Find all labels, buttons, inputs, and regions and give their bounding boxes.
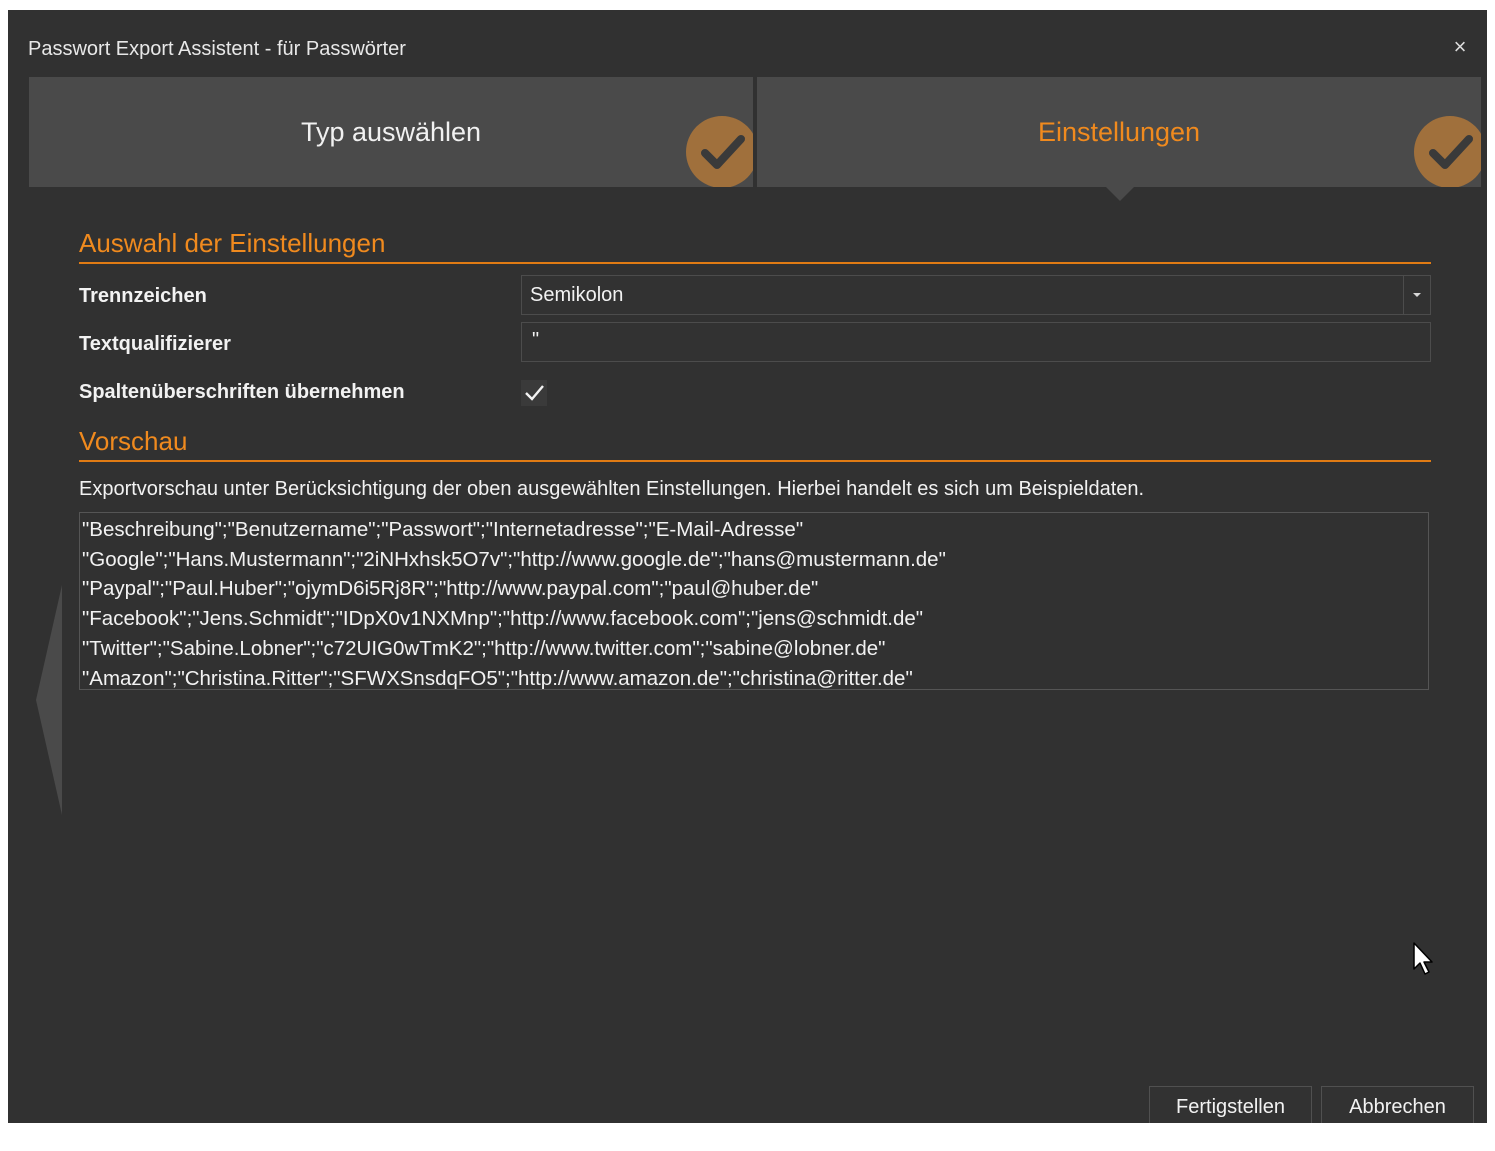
preview-description: Exportvorschau unter Berücksichtigung de… xyxy=(79,478,1145,500)
separator-label: Trennzeichen xyxy=(79,285,207,307)
check-circle-icon xyxy=(686,116,753,187)
separator-dropdown[interactable]: Semikolon xyxy=(521,275,1431,315)
mouse-cursor-icon xyxy=(1413,942,1433,975)
active-step-pointer xyxy=(1106,187,1134,201)
chevron-down-icon[interactable] xyxy=(1403,276,1430,314)
preview-line: "Amazon";"Christina.Ritter";"SFWXSnsdqFO… xyxy=(82,666,913,690)
settings-section-heading: Auswahl der Einstellungen xyxy=(79,228,1431,264)
preview-section-heading: Vorschau xyxy=(79,426,1431,462)
preview-line: "Twitter";"Sabine.Lobner";"c72UIG0wTmK2"… xyxy=(82,636,886,660)
qualifier-input[interactable]: " xyxy=(521,322,1431,362)
step-label: Typ auswählen xyxy=(300,117,482,147)
preview-textbox[interactable]: "Beschreibung";"Benutzername";"Passwort"… xyxy=(79,512,1429,690)
checkmark-icon xyxy=(525,385,544,401)
cancel-button[interactable]: Abbrechen xyxy=(1321,1086,1474,1123)
title-bar: Passwort Export Assistent - für Passwört… xyxy=(8,10,1487,74)
export-wizard-dialog: Passwort Export Assistent - für Passwört… xyxy=(8,10,1487,1123)
preview-line: "Paypal";"Paul.Huber";"ojymD6i5Rj8R";"ht… xyxy=(82,577,819,601)
headers-checkbox[interactable] xyxy=(521,380,547,406)
preview-line: "Google";"Hans.Mustermann";"2iNHxhsk5O7v… xyxy=(82,547,946,571)
qualifier-label: Textqualifizierer xyxy=(79,333,231,355)
step-label: Einstellungen xyxy=(1037,117,1201,147)
step-settings[interactable]: Einstellungen xyxy=(757,77,1481,187)
separator-value: Semikolon xyxy=(530,284,624,306)
check-circle-icon xyxy=(1414,116,1481,187)
wizard-steps: Typ auswählen Einstellungen xyxy=(29,77,1481,187)
preview-line: "Facebook";"Jens.Schmidt";"IDpX0v1NXMnp"… xyxy=(82,607,924,631)
preview-line: "Beschreibung";"Benutzername";"Passwort"… xyxy=(82,518,804,541)
close-icon[interactable]: × xyxy=(1449,36,1471,58)
headers-label: Spaltenüberschriften übernehmen xyxy=(79,381,405,403)
step-type-select[interactable]: Typ auswählen xyxy=(29,77,753,187)
qualifier-value: " xyxy=(532,329,540,351)
window-title: Passwort Export Assistent - für Passwört… xyxy=(28,38,406,60)
back-arrow-icon[interactable] xyxy=(36,585,62,815)
finish-button[interactable]: Fertigstellen xyxy=(1149,1086,1312,1123)
